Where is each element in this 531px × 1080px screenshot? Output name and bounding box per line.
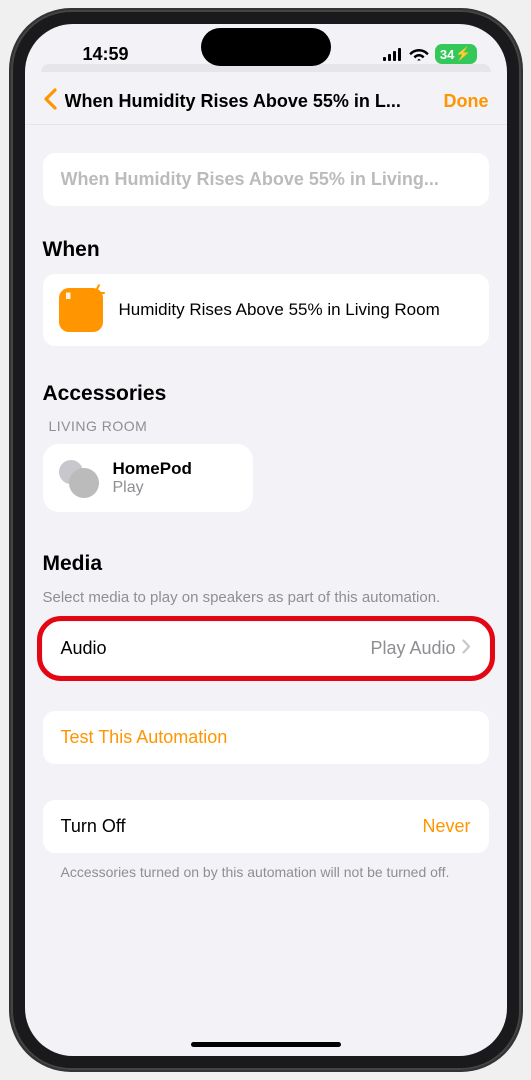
audio-row[interactable]: Audio Play Audio bbox=[43, 622, 489, 675]
when-condition-text: Humidity Rises Above 55% in Living Room bbox=[119, 299, 440, 322]
done-button[interactable]: Done bbox=[444, 91, 489, 112]
status-icons: 34⚡ bbox=[383, 44, 477, 64]
media-label: Audio bbox=[61, 638, 107, 659]
automation-name-input[interactable] bbox=[61, 169, 471, 190]
cellular-signal-icon bbox=[383, 48, 403, 61]
media-header: Media bbox=[43, 552, 489, 576]
accessory-tile-homepod[interactable]: HomePod Play bbox=[43, 444, 253, 512]
battery-percent: 34 bbox=[440, 47, 454, 62]
screen: 14:59 34⚡ When Humidity Rises Above 55% … bbox=[25, 24, 507, 1056]
back-button[interactable] bbox=[43, 88, 57, 114]
media-value-group: Play Audio bbox=[370, 638, 470, 659]
media-value: Play Audio bbox=[370, 638, 455, 659]
dynamic-island bbox=[201, 28, 331, 66]
turnoff-footer: Accessories turned on by this automation… bbox=[43, 853, 489, 892]
battery-badge: 34⚡ bbox=[435, 44, 477, 64]
content-scroll[interactable]: When Humidity Rises Above 55% in Living … bbox=[25, 125, 507, 1047]
wifi-icon bbox=[409, 47, 429, 61]
turnoff-label: Turn Off bbox=[61, 816, 126, 837]
home-indicator[interactable] bbox=[191, 1042, 341, 1047]
homepod-icon bbox=[57, 458, 99, 498]
nav-title: When Humidity Rises Above 55% in L... bbox=[65, 91, 436, 112]
automation-name-field[interactable] bbox=[43, 153, 489, 206]
when-condition-row[interactable]: Humidity Rises Above 55% in Living Room bbox=[43, 274, 489, 346]
room-label: LIVING ROOM bbox=[49, 418, 489, 434]
chevron-right-icon bbox=[462, 638, 471, 659]
accessories-header: Accessories bbox=[43, 382, 489, 406]
accessory-status: Play bbox=[113, 479, 192, 497]
accessory-name: HomePod bbox=[113, 459, 192, 479]
when-header: When bbox=[43, 238, 489, 262]
test-label: Test This Automation bbox=[61, 727, 471, 748]
turn-off-row[interactable]: Turn Off Never bbox=[43, 800, 489, 853]
charging-icon: ⚡ bbox=[455, 46, 471, 62]
test-automation-button[interactable]: Test This Automation bbox=[43, 711, 489, 764]
humidity-sensor-icon bbox=[59, 288, 103, 332]
phone-frame: 14:59 34⚡ When Humidity Rises Above 55% … bbox=[11, 10, 521, 1070]
turnoff-value: Never bbox=[422, 816, 470, 837]
status-time: 14:59 bbox=[83, 44, 129, 65]
media-subtext: Select media to play on speakers as part… bbox=[43, 588, 489, 608]
nav-bar: When Humidity Rises Above 55% in L... Do… bbox=[25, 74, 507, 125]
